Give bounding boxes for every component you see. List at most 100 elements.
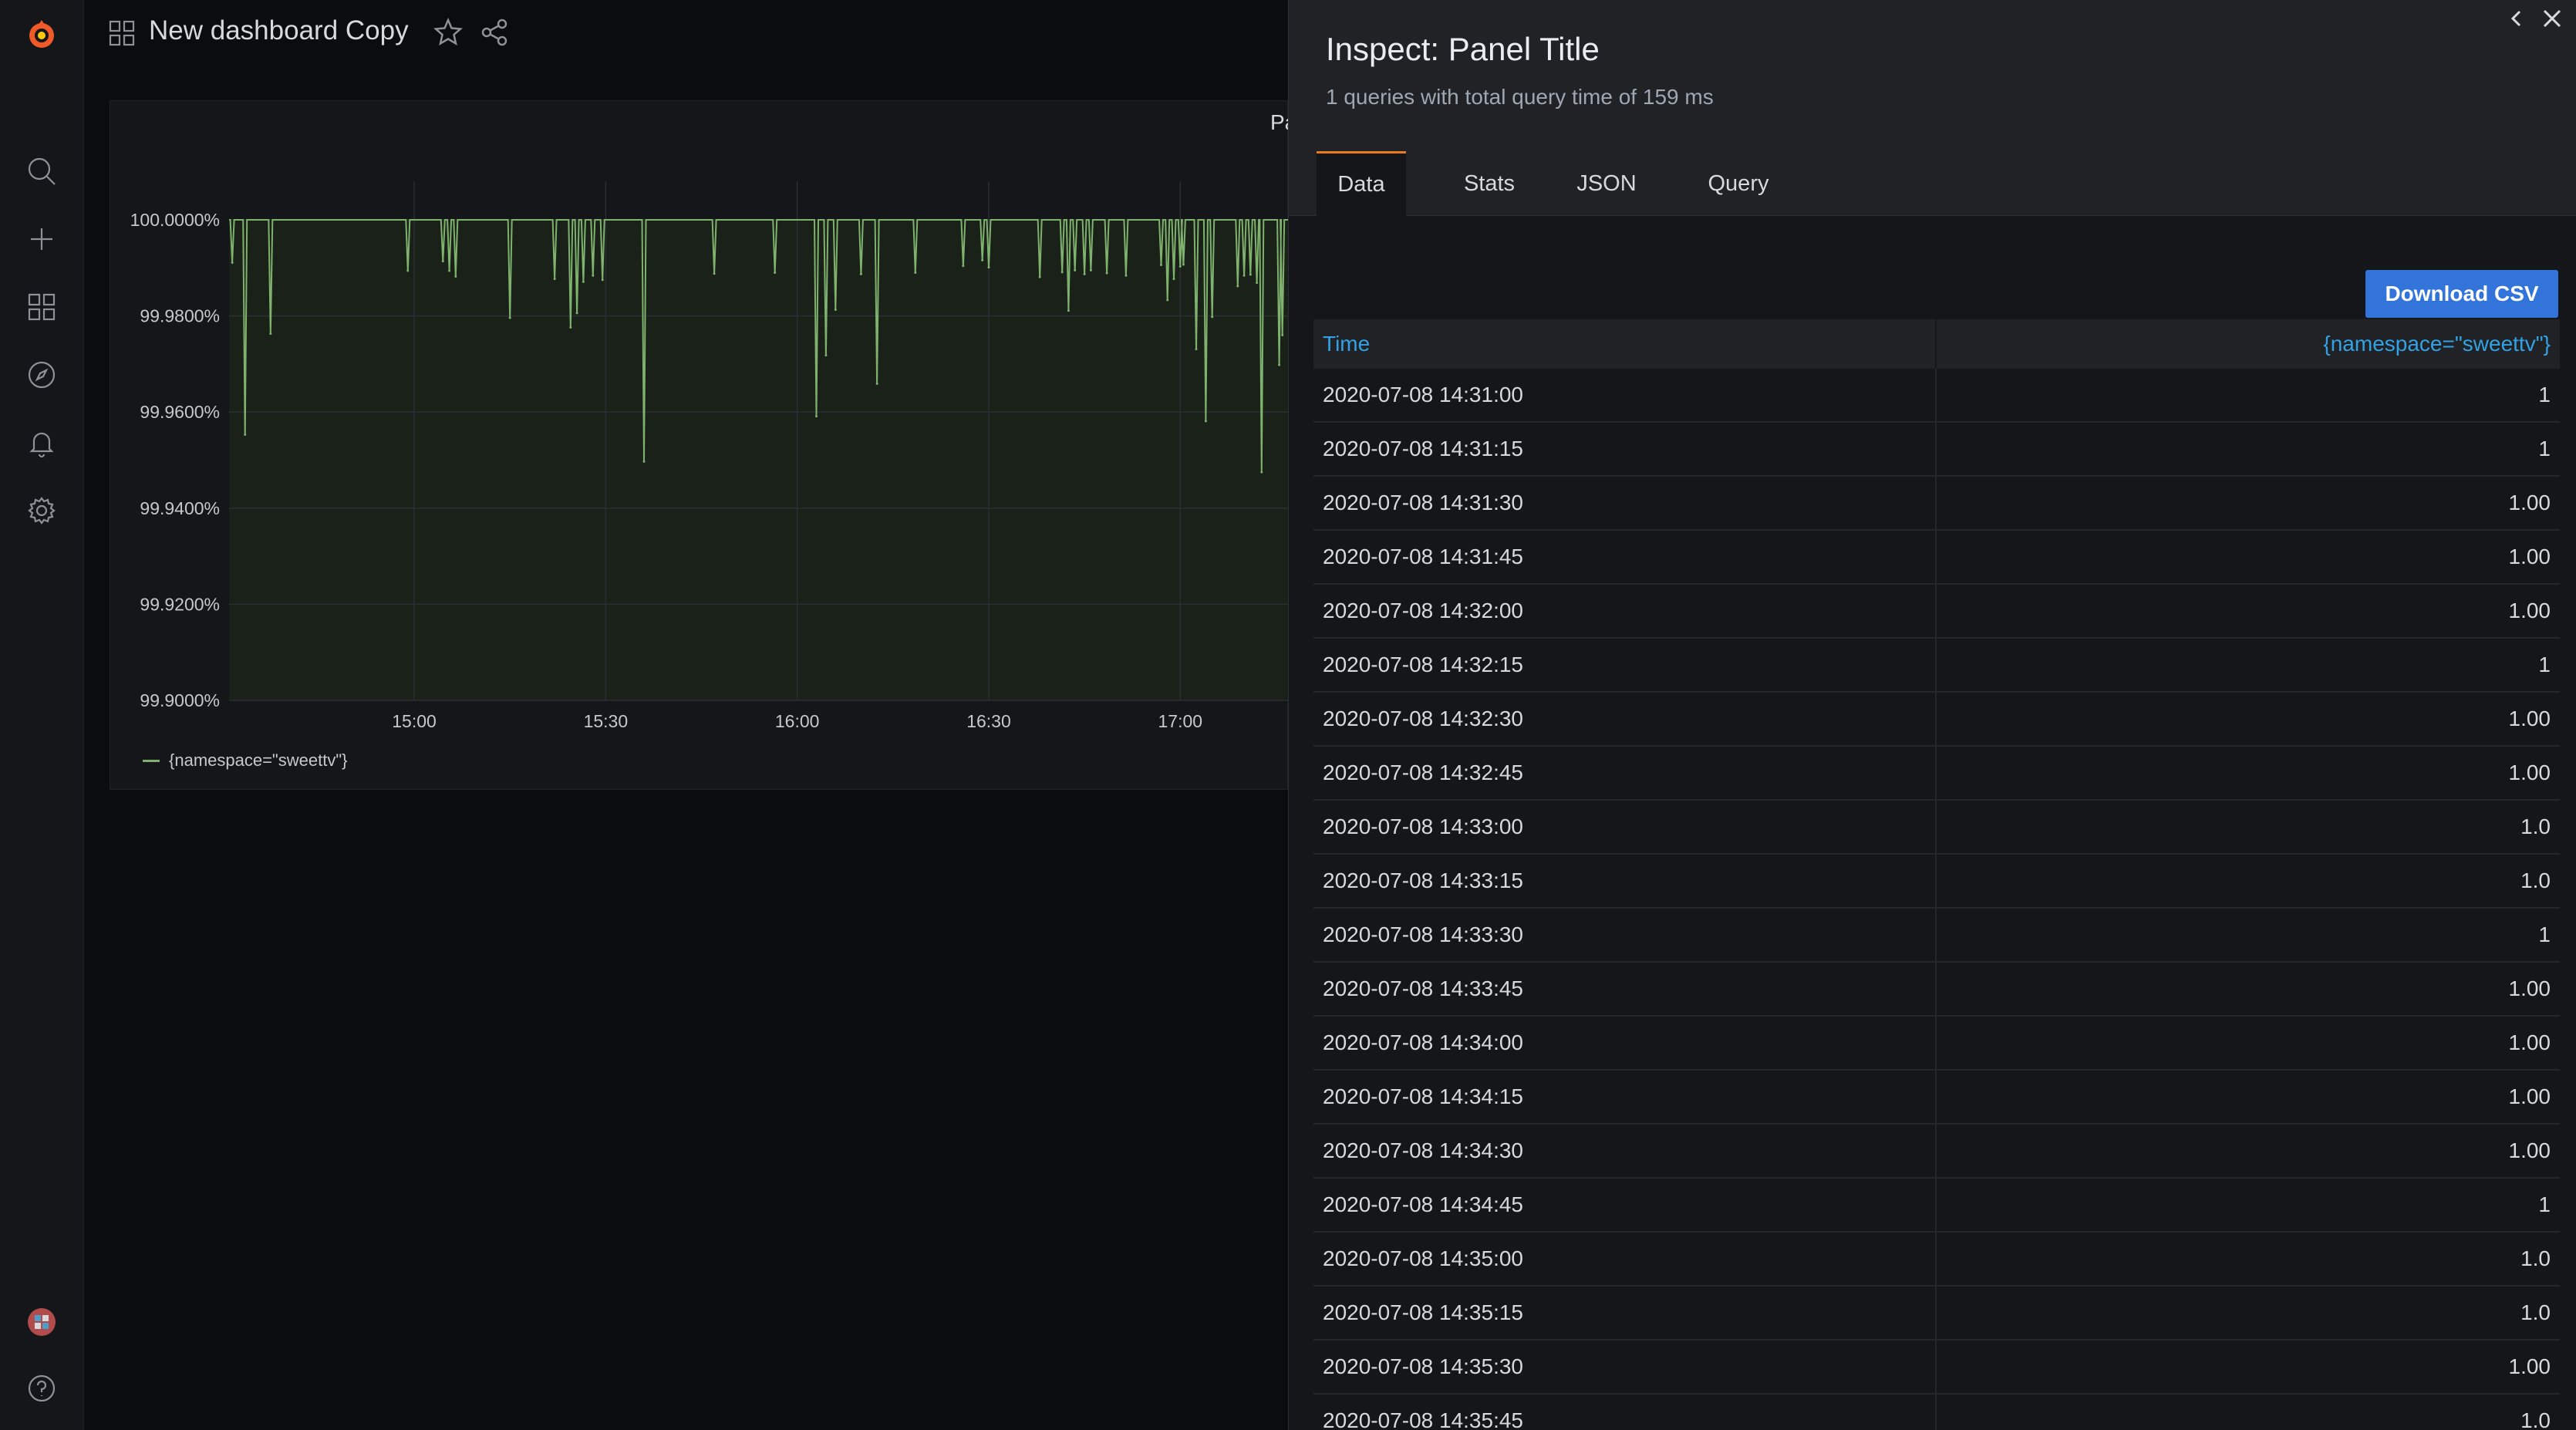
sidebar — [0, 0, 84, 1430]
close-drawer-button[interactable] — [2537, 3, 2568, 34]
cell-value: 1.00 — [2508, 1354, 2551, 1378]
cell-time: 2020-07-08 14:33:45 — [1323, 976, 1523, 1000]
table-header: Time {namespace="sweettv"} — [1313, 319, 2560, 369]
search-icon[interactable] — [17, 147, 66, 196]
series-point — [1060, 271, 1064, 274]
cell-value: 1.00 — [2508, 761, 2551, 784]
column-divider — [1935, 1233, 1937, 1287]
column-divider — [1935, 909, 1937, 963]
series-point — [713, 272, 716, 275]
series-point — [1178, 265, 1182, 268]
column-divider — [1935, 747, 1937, 801]
series-point — [582, 280, 585, 283]
star-icon[interactable] — [433, 17, 464, 48]
download-csv-button[interactable]: Download CSV — [2365, 270, 2558, 318]
column-header-time[interactable]: Time — [1323, 332, 1370, 356]
column-divider — [1935, 531, 1937, 585]
series-point — [1124, 274, 1128, 277]
series-point — [834, 309, 837, 312]
cell-value: 1 — [2538, 1192, 2551, 1216]
y-tick-label: 99.9200% — [140, 594, 220, 614]
cell-time: 2020-07-08 14:34:45 — [1323, 1192, 1523, 1216]
cell-time: 2020-07-08 14:33:15 — [1323, 868, 1523, 892]
series-point — [1260, 470, 1263, 474]
help-icon[interactable] — [17, 1364, 66, 1413]
column-divider[interactable] — [1935, 319, 1937, 369]
cell-time: 2020-07-08 14:34:15 — [1323, 1084, 1523, 1108]
cell-time: 2020-07-08 14:31:45 — [1323, 545, 1523, 568]
dashboards-icon[interactable] — [17, 282, 66, 332]
tab-query[interactable]: Query — [1696, 151, 1781, 216]
cell-time: 2020-07-08 14:32:45 — [1323, 761, 1523, 784]
explore-compass-icon[interactable] — [17, 350, 66, 400]
series-point — [1278, 363, 1281, 366]
series-point — [824, 354, 828, 357]
series-point — [1249, 273, 1252, 276]
column-header-value[interactable]: {namespace="sweettv"} — [2323, 332, 2551, 356]
series-point — [406, 269, 410, 272]
avatar[interactable] — [17, 1297, 66, 1347]
series-point — [1089, 268, 1092, 271]
cell-value: 1 — [2538, 653, 2551, 676]
collapse-drawer-button[interactable] — [2501, 3, 2532, 34]
cell-value: 1.00 — [2508, 976, 2551, 1000]
series-point — [1105, 271, 1108, 275]
table-row: 2020-07-08 14:33:45 1.00 — [1313, 963, 2560, 1017]
column-divider — [1935, 639, 1937, 693]
table-row: 2020-07-08 14:34:15 1.00 — [1313, 1071, 2560, 1125]
graph-chart: 100.0000% 99.9800% 99.9600% 99.9400% 99.9200… — [130, 181, 1289, 731]
table-row: 2020-07-08 14:32:30 1.00 — [1313, 693, 2560, 747]
cell-time: 2020-07-08 14:35:00 — [1323, 1246, 1523, 1270]
column-divider — [1935, 693, 1937, 747]
column-divider — [1935, 1179, 1937, 1233]
share-icon[interactable] — [479, 17, 510, 48]
cell-value: 1.0 — [2520, 1408, 2551, 1430]
y-tick-label: 100.0000% — [130, 210, 220, 230]
cell-value: 1 — [2538, 437, 2551, 460]
cell-value: 1 — [2538, 383, 2551, 406]
series-point — [875, 382, 878, 385]
column-divider — [1935, 423, 1937, 477]
gear-icon[interactable] — [17, 486, 66, 535]
alerting-bell-icon[interactable] — [17, 418, 66, 467]
cell-value: 1.00 — [2508, 491, 2551, 514]
close-icon — [2543, 9, 2561, 28]
series-point — [1211, 315, 1214, 319]
cell-value: 1.0 — [2520, 1246, 2551, 1270]
x-tick-label: 16:30 — [966, 711, 1011, 731]
x-tick-label: 15:30 — [584, 711, 629, 731]
table-row: 2020-07-08 14:35:45 1.0 — [1313, 1395, 2560, 1430]
column-divider — [1935, 477, 1937, 531]
tab-data[interactable]: Data — [1317, 151, 1406, 216]
table-row: 2020-07-08 14:32:15 1 — [1313, 639, 2560, 693]
column-divider — [1935, 369, 1937, 423]
plus-icon[interactable] — [17, 214, 66, 264]
column-divider — [1935, 1071, 1937, 1125]
tab-json[interactable]: JSON — [1568, 151, 1645, 216]
table-row: 2020-07-08 14:33:00 1.0 — [1313, 801, 2560, 855]
table-row: 2020-07-08 14:35:30 1.00 — [1313, 1341, 2560, 1395]
series-point — [454, 275, 457, 278]
column-divider — [1935, 1287, 1937, 1341]
x-tick-label: 16:00 — [775, 711, 820, 731]
series-point — [981, 258, 984, 261]
series-point — [814, 415, 818, 418]
cell-value: 1.00 — [2508, 1030, 2551, 1054]
cell-time: 2020-07-08 14:35:30 — [1323, 1354, 1523, 1378]
column-divider — [1935, 1017, 1937, 1071]
chart-legend[interactable]: {namespace="sweettv"} — [143, 750, 347, 771]
series-point — [1166, 298, 1169, 302]
grafana-logo-icon[interactable] — [17, 9, 66, 59]
tab-stats[interactable]: Stats — [1451, 151, 1528, 216]
series-point — [1038, 275, 1041, 278]
series-point — [569, 326, 572, 329]
legend-label[interactable]: {namespace="sweettv"} — [169, 750, 347, 771]
series-point — [592, 274, 595, 277]
dashboard-title[interactable]: New dashboard Copy — [149, 15, 409, 46]
cell-time: 2020-07-08 14:32:30 — [1323, 707, 1523, 730]
x-tick-label: 15:00 — [392, 711, 437, 731]
series-point — [1182, 263, 1185, 266]
y-tick-label: 99.9800% — [140, 306, 220, 326]
table-row: 2020-07-08 14:32:00 1.00 — [1313, 585, 2560, 639]
series-point — [508, 316, 511, 319]
